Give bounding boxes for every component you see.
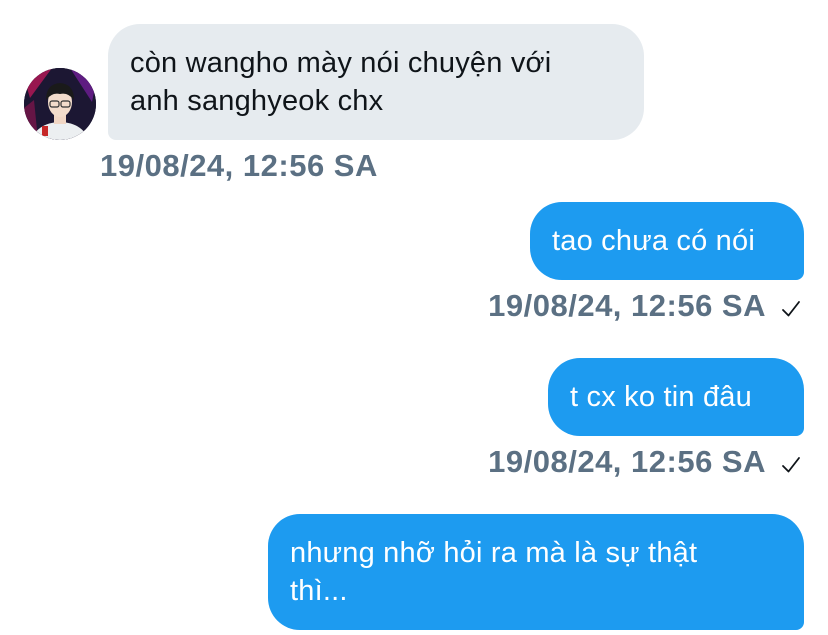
message-timestamp: 19/08/24, 12:56 SA: [100, 148, 378, 183]
message-text-line: nhưng nhỡ hỏi ra mà là sự thật: [290, 537, 698, 569]
message-timestamp: 19/08/24, 12:56 SA: [488, 288, 766, 323]
message-bubble-outgoing[interactable]: nhưng nhỡ hỏi ra mà là sự thật thì...: [268, 514, 804, 630]
message-text: tao chưa có nói: [552, 225, 755, 257]
message-bubble-outgoing[interactable]: t cx ko tin đâu: [548, 358, 804, 436]
message-bubble-incoming[interactable]: còn wangho mày nói chuyện với anh sanghy…: [108, 24, 644, 140]
message-text-line: còn wangho mày nói chuyện với: [130, 47, 552, 79]
message-bubble-outgoing[interactable]: tao chưa có nói: [530, 202, 804, 280]
message-text-line: thì...: [290, 575, 348, 607]
check-icon: [782, 457, 800, 473]
message-timestamp: 19/08/24, 12:56 SA: [488, 444, 766, 479]
message-text-line: anh sanghyeok chx: [130, 85, 384, 117]
avatar-image: [24, 68, 96, 140]
check-icon: [782, 301, 800, 317]
avatar[interactable]: [24, 68, 96, 140]
message-text: t cx ko tin đâu: [570, 381, 752, 413]
